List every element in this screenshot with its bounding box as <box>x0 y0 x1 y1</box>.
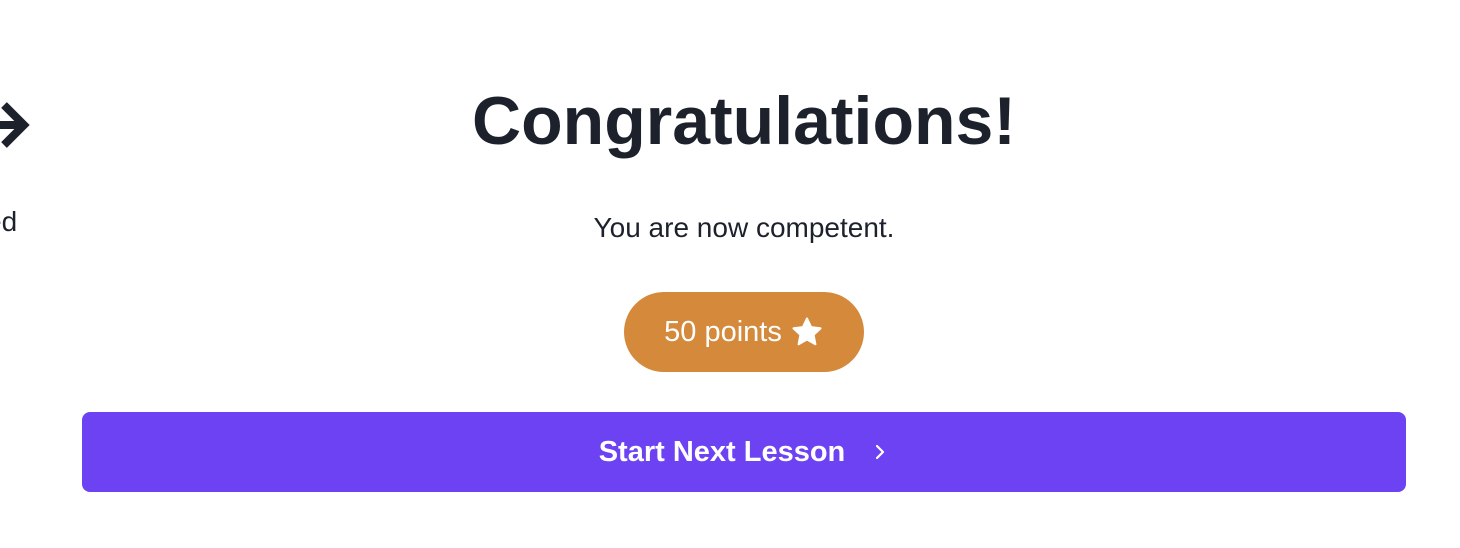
points-badge: 50 points <box>624 292 864 372</box>
points-label: 50 points <box>664 315 782 348</box>
page-title: Congratulations! <box>472 83 1016 159</box>
star-icon <box>792 317 822 346</box>
chevron-right-icon <box>876 444 885 460</box>
completion-message: You are now competent. <box>593 212 895 243</box>
start-next-lesson-button[interactable]: Start Next Lesson <box>82 412 1406 492</box>
button-label: Start Next Lesson <box>598 435 846 468</box>
